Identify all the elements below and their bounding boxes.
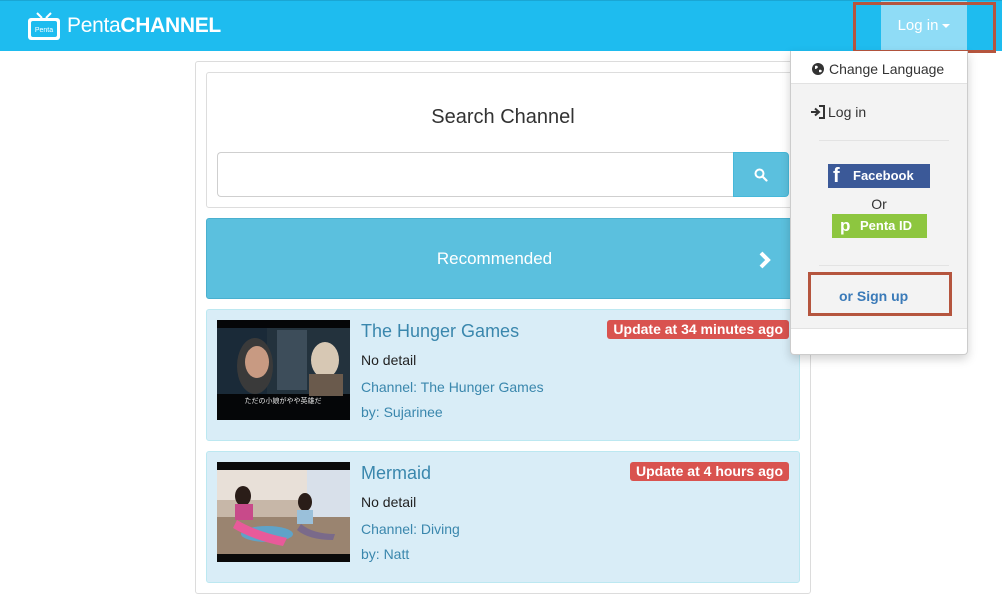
brand-logo-link[interactable]: Penta PentaCHANNEL [27,11,221,41]
facebook-icon: f [833,165,840,187]
tv-logo-icon: Penta [27,11,61,41]
item-title[interactable]: Mermaid [361,463,431,484]
globe-icon [812,63,824,75]
divider [819,265,949,266]
item-author-link[interactable]: by: Sujarinee [361,404,443,420]
logo-text: Penta [35,27,53,34]
item-title[interactable]: The Hunger Games [361,321,519,342]
facebook-login-button[interactable]: f Facebook [828,164,930,188]
divider [819,140,949,141]
brand-suffix: CHANNEL [120,14,221,37]
penta-id-label: Penta ID [860,218,913,233]
login-options-panel: Log in f Facebook Or p Penta ID or Sign … [791,83,967,329]
item-author-link[interactable]: by: Natt [361,546,409,562]
item-channel-link[interactable]: Channel: Diving [361,521,460,537]
brand-name: PentaCHANNEL [67,14,221,38]
penta-id-login-button[interactable]: p Penta ID [832,214,927,238]
thumbnail-caption: ただの小娘がやや英雄だ [245,396,322,405]
penta-icon: p [840,216,851,235]
top-navbar: Penta PentaCHANNEL Log in [0,0,1002,52]
video-thumbnail[interactable] [217,462,350,562]
login-toggle-label: Log in [897,17,939,34]
search-input[interactable] [217,152,734,197]
login-dropdown-toggle[interactable]: Log in [881,1,967,52]
login-menu-label: Log in [828,104,867,120]
change-language-item[interactable]: Change Language [811,61,944,77]
signup-link[interactable]: or Sign up [839,288,908,304]
item-detail: No detail [361,494,417,510]
item-detail: No detail [361,352,417,368]
recommended-label: Recommended [436,249,553,268]
sign-in-icon [811,105,825,119]
search-button[interactable] [733,152,789,197]
login-dropdown-menu: Change Language Log in f Facebook Or p P… [790,51,968,355]
recommended-button[interactable]: Recommended [206,218,800,299]
brand-prefix: Penta [67,14,121,37]
list-item[interactable]: ただの小娘がやや英雄だ The Hunger Games Update at 3… [206,309,800,441]
update-badge: Update at 34 minutes ago [607,320,789,339]
caret-down-icon [942,24,951,29]
update-badge: Update at 4 hours ago [629,462,789,481]
video-thumbnail[interactable]: ただの小娘がやや英雄だ [217,320,350,420]
search-title: Search Channel [431,106,575,128]
or-label: Or [871,196,887,212]
search-icon [754,168,768,182]
change-language-label: Change Language [829,61,945,77]
chevron-right-icon [759,251,771,269]
list-item[interactable]: Mermaid Update at 4 hours ago No detail … [206,451,800,583]
item-channel-link[interactable]: Channel: The Hunger Games [361,379,544,395]
login-menu-item[interactable]: Log in [810,104,866,120]
facebook-label: Facebook [853,168,914,183]
